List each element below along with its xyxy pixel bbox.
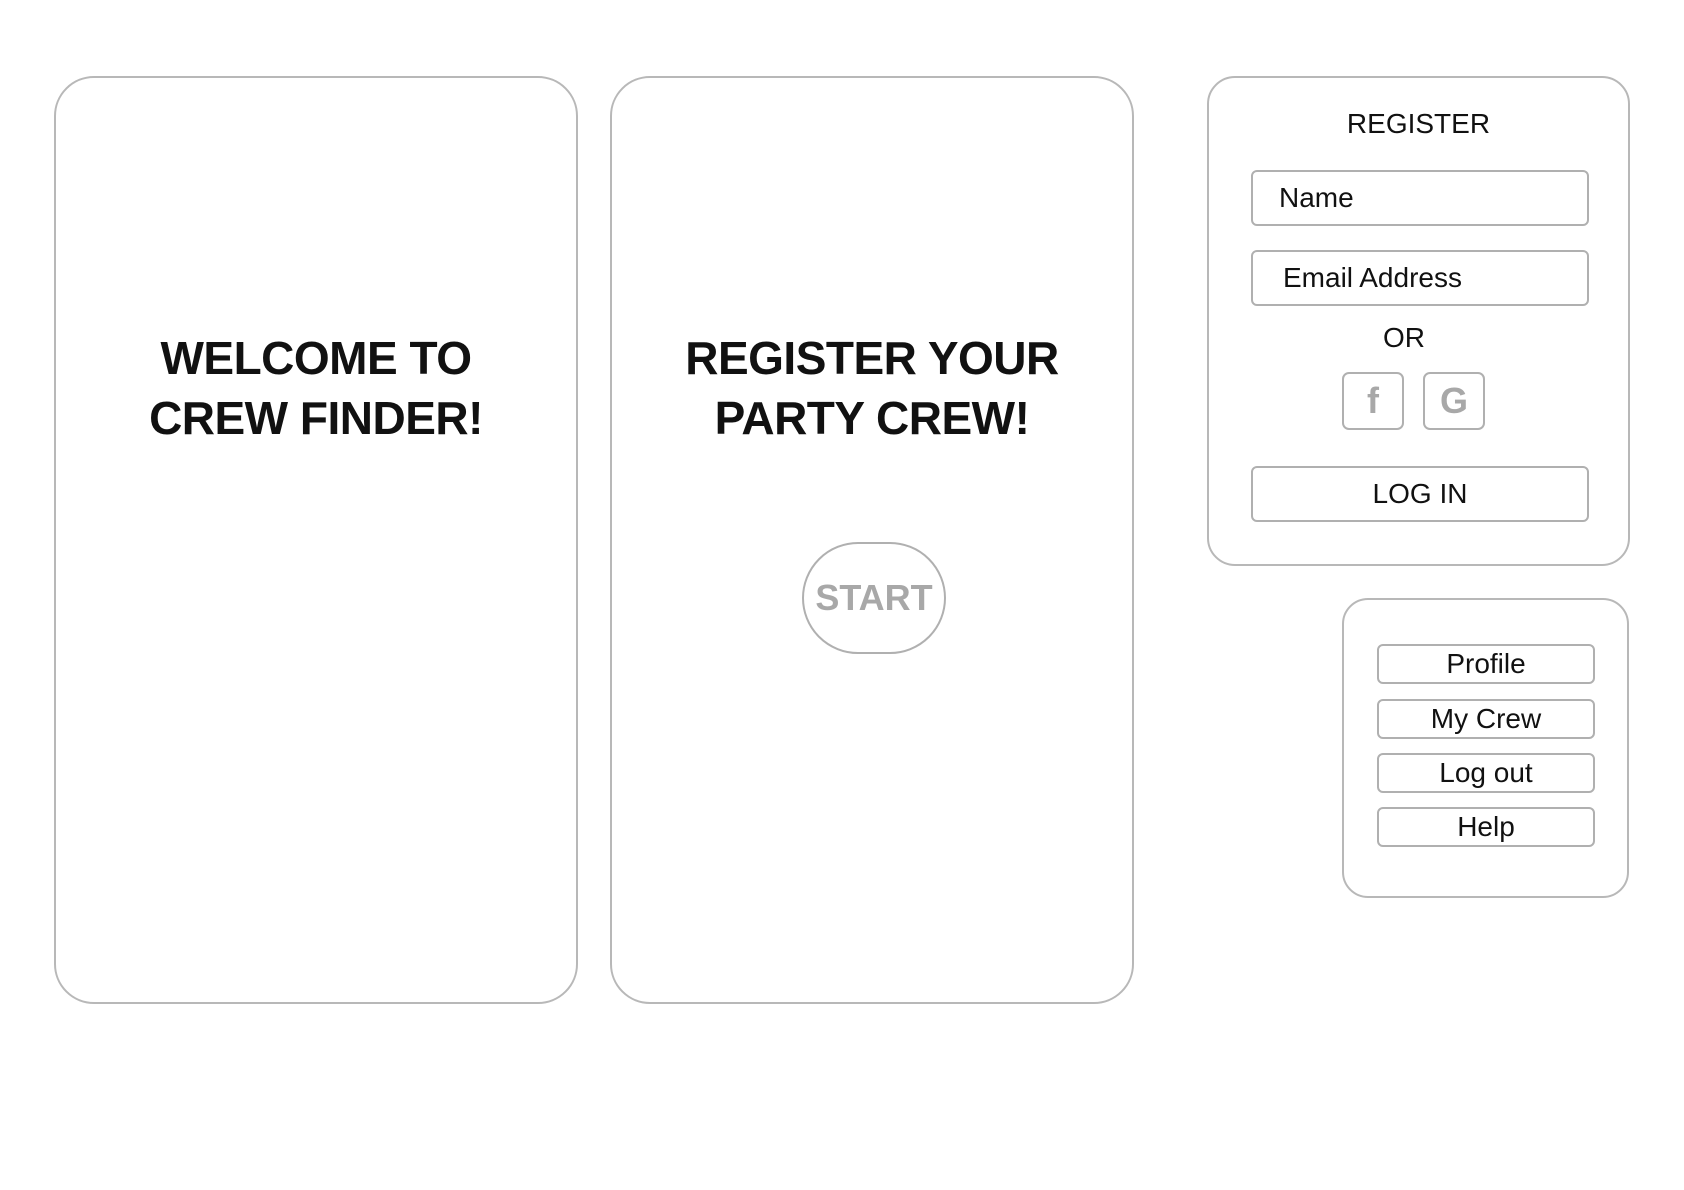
register-title: REGISTER [1346,108,1491,139]
register-intro-headline-line1: REGISTER YOUR [685,332,1059,384]
name-field[interactable] [1251,170,1589,226]
google-login-button[interactable]: G [1423,372,1485,430]
register-intro-headline: REGISTER YOUR PARTY CREW! [612,328,1132,448]
register-intro-screen: REGISTER YOUR PARTY CREW! START [610,76,1134,1004]
menu-item-profile[interactable]: Profile [1377,644,1595,684]
welcome-headline: WELCOME TO CREW FINDER! [56,328,576,448]
email-field[interactable] [1251,250,1589,306]
welcome-headline-line1: WELCOME TO [160,332,472,384]
menu-item-my-crew[interactable]: My Crew [1377,699,1595,739]
menu-panel: Profile My Crew Log out Help [1342,598,1629,898]
login-button[interactable]: LOG IN [1251,466,1589,522]
menu-item-help[interactable]: Help [1377,807,1595,847]
register-intro-headline-line2: PARTY CREW! [714,392,1030,444]
google-icon: G [1439,380,1468,421]
menu-item-log-out[interactable]: Log out [1377,753,1595,793]
welcome-screen: WELCOME TO CREW FINDER! [54,76,578,1004]
register-panel: REGISTER OR f G LOG IN [1207,76,1630,566]
or-divider-label: OR [1383,322,1425,353]
welcome-headline-line2: CREW FINDER! [149,392,483,444]
facebook-login-button[interactable]: f [1342,372,1404,430]
facebook-icon: f [1367,380,1379,421]
start-button[interactable]: START [802,542,946,654]
